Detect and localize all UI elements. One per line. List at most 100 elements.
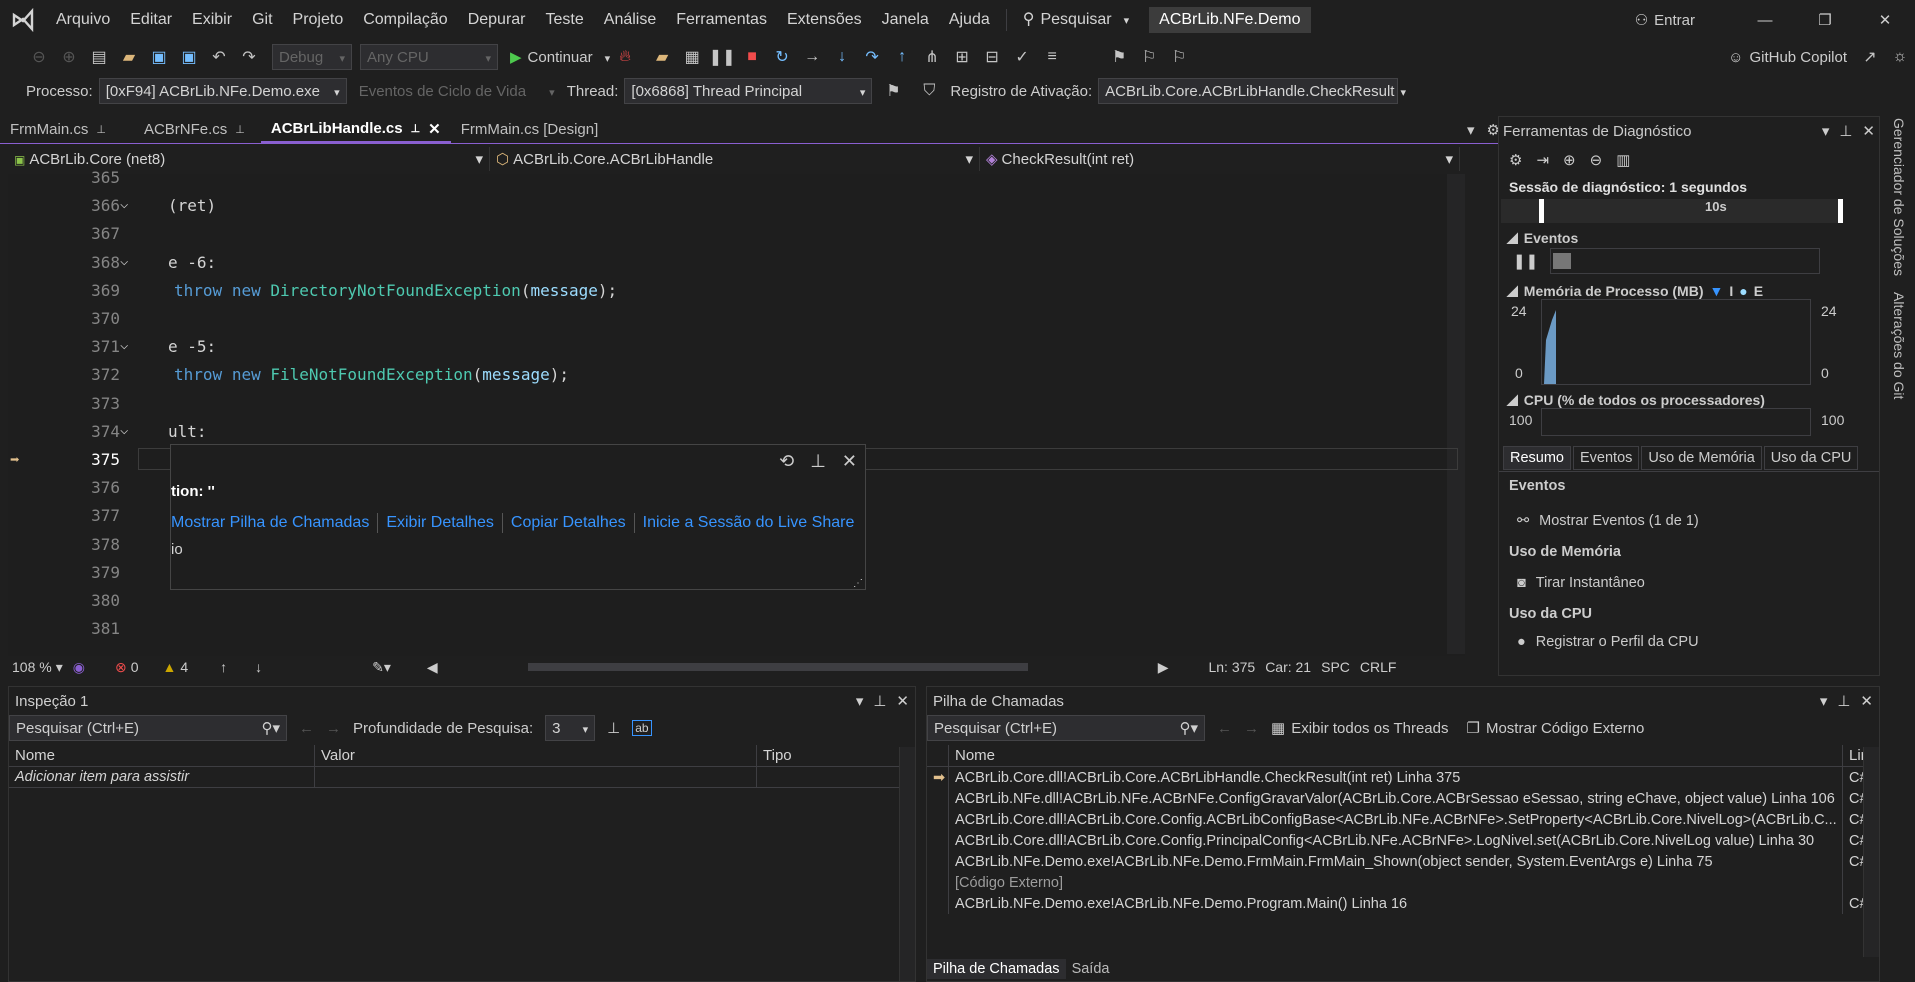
close-window-button[interactable]: ✕ [1855,11,1915,29]
menu-item[interactable]: Exibir [182,0,242,40]
horizontal-scrollbar[interactable] [527,663,1028,671]
show-events-link[interactable]: ⚯ Mostrar Eventos (1 de 1) [1509,506,1869,536]
menu-item[interactable]: Ajuda [939,0,1000,40]
add-watch-item[interactable]: Adicionar item para assistir [9,767,315,787]
signin-button[interactable]: ⚇ Entrar [1635,11,1695,30]
timeline-ruler[interactable]: 10s [1501,199,1843,223]
record-cpu-profile-link[interactable]: ● Registrar o Perfil da CPU [1509,630,1869,654]
platform-dropdown[interactable]: Any CPU [360,44,498,70]
visual-studio-logo-icon[interactable] [0,7,46,33]
menu-item[interactable]: Análise [594,0,666,40]
continue-button[interactable]: ▶ Continuar [510,48,610,67]
filter-icon[interactable]: ⛉ [917,79,941,103]
zoom-dropdown[interactable]: 108 % ▾ [12,659,63,676]
show-all-threads-button[interactable]: ▦ Exibir todos os Threads [1271,719,1449,738]
flag-icon[interactable]: ⚑ [881,79,905,103]
maximize-button[interactable]: ❐ [1795,11,1855,29]
column-value[interactable]: Valor [315,745,757,766]
type-dropdown[interactable]: ⬡ ACBrLib.Core.ACBrLibHandle ▾ [490,147,980,171]
save-icon[interactable]: ▣ [147,45,171,69]
close-icon[interactable]: ✕ [896,692,909,710]
hot-reload-icon[interactable]: 🔥︎ [613,45,637,69]
column-name[interactable]: Nome [9,745,315,766]
spell-check-icon[interactable]: ✓ [1010,45,1034,69]
exception-action-link[interactable]: Mostrar Pilha de Chamadas [171,514,369,532]
collapse-icon[interactable]: ◢ [1507,282,1518,299]
step-over-icon[interactable]: ↷ [860,45,884,69]
timeline-end-handle[interactable] [1838,199,1843,223]
take-snapshot-link[interactable]: ◙ Tirar Instantâneo [1509,568,1869,598]
menu-item[interactable]: Janela [872,0,939,40]
chevron-down-icon[interactable]: ▾ [1822,122,1830,140]
vertical-scrollbar[interactable] [899,747,915,981]
back-icon[interactable]: ⊖ [27,45,51,69]
menu-item[interactable]: Arquivo [46,0,120,40]
fold-icon[interactable]: ⌵ [120,337,128,353]
step-out-icon[interactable]: ↑ [890,45,914,69]
diagnostic-tab[interactable]: Uso da CPU [1763,445,1859,470]
callstack-row[interactable]: ACBrLib.NFe.Demo.exe!ACBrLib.NFe.Demo.Fr… [927,851,1879,872]
chevron-down-icon[interactable]: ▾ [1820,692,1828,710]
bottom-tab[interactable]: Saída [1066,959,1116,979]
bar-chart-icon[interactable]: ▥ [1616,151,1630,169]
copilot-button[interactable]: ☺ GitHub Copilot [1728,49,1847,66]
show-next-statement-icon[interactable]: → [800,45,824,69]
open-folder-icon[interactable]: ▰ [117,45,141,69]
bookmark-icon[interactable]: ⚑ [1107,45,1131,69]
process-dropdown[interactable]: [0xF94] ACBrLib.NFe.Demo.exe [98,78,347,104]
show-external-code-button[interactable]: ❐ Mostrar Código Externo [1467,719,1645,738]
close-icon[interactable]: ✕ [1862,122,1875,140]
column-type[interactable]: Tipo [757,745,897,766]
align-icon[interactable]: ≡ [1040,45,1064,69]
menu-item[interactable]: Ferramentas [666,0,777,40]
pin-icon[interactable]: ⊥ [1837,692,1850,710]
configuration-dropdown[interactable]: Debug [272,44,352,70]
scroll-right-icon[interactable]: ▶ [1158,659,1169,676]
timeline-start-handle[interactable] [1539,199,1544,223]
close-icon[interactable]: ✕ [428,120,441,138]
solution-explorer-tab[interactable]: Gerenciador de Soluções [1891,118,1907,276]
zoom-out-icon[interactable]: ⊖ [1590,151,1603,169]
bookmark-prev-icon[interactable]: ⚐ [1137,45,1161,69]
menu-item[interactable]: Projeto [283,0,354,40]
exception-action-link[interactable]: Copiar Detalhes [511,514,626,532]
breakpoints-icon[interactable]: ⊞ [950,45,974,69]
brush-icon[interactable]: ✎▾ [372,659,391,676]
line-ending-indicator[interactable]: CRLF [1360,659,1397,675]
whitespace-indicator[interactable]: SPC [1321,659,1350,675]
resize-grip-icon[interactable]: ⋰ [853,578,863,589]
add-watch-row[interactable]: Adicionar item para assistir [9,767,915,788]
back-icon[interactable]: ← [299,720,314,737]
zoom-in-icon[interactable]: ⊕ [1563,151,1576,169]
settings-icon[interactable]: ⚙ [1509,151,1522,169]
save-all-icon[interactable]: ▣ [177,45,201,69]
forward-icon[interactable]: → [326,720,341,737]
menu-item[interactable]: Extensões [777,0,872,40]
step-into-icon[interactable]: ↓ [830,45,854,69]
arrow-up-icon[interactable]: ↑ [220,659,227,675]
pin-icon[interactable]: ⊥ [810,451,826,472]
pin-icon[interactable]: ⊥ [411,122,421,135]
scroll-left-icon[interactable]: ◀ [427,659,438,676]
member-dropdown[interactable]: ◈ CheckResult(int ret) ▾ [980,147,1460,171]
vertical-scrollbar[interactable] [1863,747,1879,957]
chevron-down-icon[interactable]: ▾ [856,692,864,710]
forward-icon[interactable]: → [1244,720,1259,737]
back-icon[interactable]: ← [1217,720,1232,737]
exception-action-link[interactable]: Exibir Detalhes [386,514,494,532]
restart-icon[interactable]: ↻ [770,45,794,69]
tab-overflow-icon[interactable]: ▾ [1467,121,1475,139]
callstack-row[interactable]: ACBrLib.Core.dll!ACBrLib.Core.Config.ACB… [927,809,1879,830]
menu-item[interactable]: Depurar [458,0,536,40]
copilot-status-icon[interactable]: ◉ [73,659,85,676]
collapse-icon[interactable]: ◢ [1507,391,1518,408]
layout-icon[interactable]: ▦ [680,45,704,69]
tab-frmmain[interactable]: FrmMain.cs ⊥ [0,117,116,143]
fold-icon[interactable]: ⌵ [120,196,128,212]
pause-icon[interactable]: ❚❚ [1513,252,1538,270]
watch-search-input[interactable]: Pesquisar (Ctrl+E) ⚲▾ [9,715,287,741]
undo-icon[interactable]: ↶ [207,45,231,69]
diagnostic-tab[interactable]: Uso de Memória [1641,445,1762,470]
menu-item[interactable]: Compilação [353,0,457,40]
close-icon[interactable]: ✕ [842,451,857,472]
